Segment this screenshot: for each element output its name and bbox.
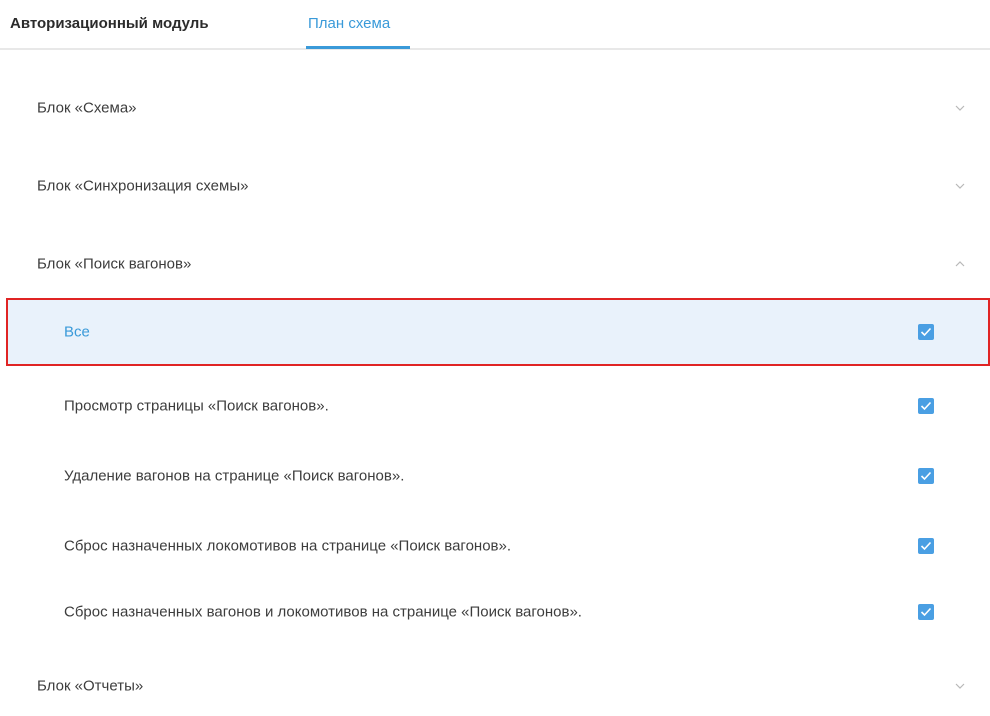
permission-item-label: Сброс назначенных локомотивов на страниц… [64, 537, 512, 555]
tab-plan-schema[interactable]: План схема [308, 14, 390, 34]
section-schema-label: Блок «Схема» [37, 99, 137, 117]
section-search-label: Блок «Поиск вагонов» [37, 255, 192, 273]
tab-auth-module[interactable]: Авторизационный модуль [10, 14, 209, 34]
section-sync-label: Блок «Синхронизация схемы» [37, 177, 249, 195]
permission-item-label: Удаление вагонов на странице «Поиск ваго… [64, 467, 405, 485]
active-tab-indicator [306, 46, 410, 49]
permission-checkbox[interactable] [918, 468, 934, 484]
section-schema-header[interactable]: Блок «Схема» [0, 78, 990, 138]
section-reports-header[interactable]: Блок «Отчеты» [0, 656, 990, 716]
section-sync-header[interactable]: Блок «Синхронизация схемы» [0, 156, 990, 216]
permission-all-checkbox[interactable] [918, 324, 934, 340]
permission-all-label: Все [64, 323, 90, 341]
section-reports-label: Блок «Отчеты» [37, 677, 144, 695]
permission-checkbox[interactable] [918, 604, 934, 620]
permission-item-label: Сброс назначенных вагонов и локомотивов … [64, 603, 582, 621]
permission-item[interactable]: Просмотр страницы «Поиск вагонов». [0, 376, 990, 436]
permission-checkbox[interactable] [918, 538, 934, 554]
chevron-down-icon[interactable] [954, 680, 966, 692]
chevron-down-icon[interactable] [954, 180, 966, 192]
chevron-up-icon[interactable] [954, 258, 966, 270]
section-search-header[interactable]: Блок «Поиск вагонов» [0, 234, 990, 294]
permission-item[interactable]: Сброс назначенных вагонов и локомотивов … [0, 582, 990, 642]
tab-bar: Авторизационный модуль План схема [0, 0, 990, 50]
permission-checkbox[interactable] [918, 398, 934, 414]
permission-item[interactable]: Сброс назначенных локомотивов на страниц… [0, 516, 990, 576]
permission-item-all[interactable]: Все [6, 298, 990, 366]
permission-item[interactable]: Удаление вагонов на странице «Поиск ваго… [0, 446, 990, 506]
chevron-down-icon[interactable] [954, 102, 966, 114]
permission-item-label: Просмотр страницы «Поиск вагонов». [64, 397, 329, 415]
